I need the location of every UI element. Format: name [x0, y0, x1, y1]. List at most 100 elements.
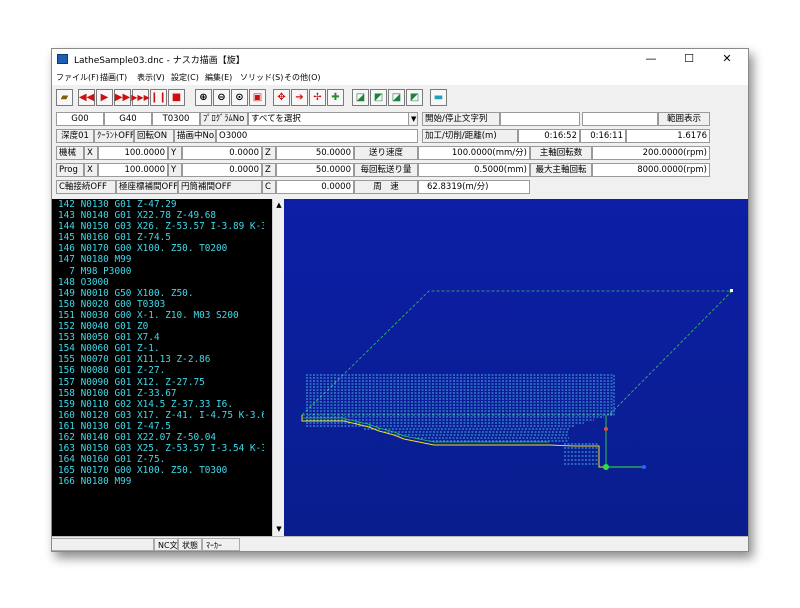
tool-status: T0300 [152, 112, 200, 126]
nc-line[interactable]: 165 N0170 G00 X100. Z50. T0300 [58, 465, 264, 476]
toolbar: ▰ ◀◀ ▶ ▶▶ ▶▶▶ ❙❙ ■ ⊕ ⊖ ⊙ ▣ ✥ ➔ ✢ ✚ ◪ ◩ ◪… [52, 87, 748, 109]
menu-solid[interactable]: ソリッド(S) [240, 72, 283, 83]
start-string-input[interactable] [500, 112, 580, 126]
menu-view[interactable]: 表示(V) [137, 72, 165, 83]
nc-lines: 142 N0130 G01 Z-47.29 143 N0140 G01 X22.7… [58, 199, 264, 536]
toolpath-canvas [301, 289, 733, 470]
program-select[interactable]: すべてを選択 [248, 112, 418, 126]
menu-bar: ファイル(F) 描画(T) 表示(V) 設定(C) 編集(E) ソリッド(S) … [52, 69, 748, 85]
feed-per-rev-label: 毎回転送り量 [354, 163, 418, 177]
pan-icon[interactable]: ✥ [273, 89, 290, 106]
nc-line[interactable]: 155 N0070 G01 X11.13 Z-2.86 [58, 354, 264, 365]
tool-position-marker [603, 464, 609, 470]
menu-settings[interactable]: 設定(C) [171, 72, 199, 83]
machine-x-label: X [84, 146, 98, 160]
nc-line[interactable]: 145 N0160 G01 Z-74.5 [58, 232, 264, 243]
nc-line[interactable]: 162 N0140 G01 X22.07 Z-50.04 [58, 432, 264, 443]
title-bar: LatheSample03.dnc - ナスカ描画【旋】 — ☐ ✕ [52, 49, 748, 69]
close-button[interactable]: ✕ [708, 49, 746, 69]
zoom-out-icon[interactable]: ⊖ [213, 89, 230, 106]
nc-line[interactable]: 163 N0150 G03 X25. Z-53.57 I-3.54 K-3. [58, 443, 264, 454]
maximize-button[interactable]: ☐ [670, 49, 708, 69]
nc-line[interactable]: 160 N0120 G03 X17. Z-41. I-4.75 K-3.67 [58, 410, 264, 421]
status-bar: NC文 状態 ﾏｰｶｰ [52, 536, 748, 551]
polar-interp-status: 極座標補間OFF [116, 180, 178, 194]
rewind-icon[interactable]: ◀◀ [78, 89, 95, 106]
menu-other[interactable]: その他(O) [284, 72, 321, 83]
zoom-reset-icon[interactable]: ⊙ [231, 89, 248, 106]
move-right-icon[interactable]: ➔ [291, 89, 308, 106]
nc-line[interactable]: 161 N0130 G01 Z-47.5 [58, 421, 264, 432]
machining-time: 0:16:52 [518, 129, 580, 143]
reference-point-marker [604, 427, 608, 431]
machine-y-label: Y [168, 146, 182, 160]
drawing-viewport[interactable] [284, 199, 748, 536]
prog-z-label: Z [262, 163, 276, 177]
view-3d-1-icon[interactable]: ◪ [352, 89, 369, 106]
drawing-no-value: O3000 [216, 129, 418, 143]
coolant-status: ｸｰﾗﾝﾄOFF [94, 129, 134, 143]
pan-up-icon[interactable]: ✢ [309, 89, 326, 106]
nc-line[interactable]: 151 N0030 G00 X-1. Z10. M03 S200 [58, 310, 264, 321]
nc-line[interactable]: 152 N0040 G01 Z0 [58, 321, 264, 332]
fast-forward-icon[interactable]: ▶▶▶ [131, 89, 150, 106]
surface-speed-label: 周 速 [354, 180, 418, 194]
stock-outline-right [608, 290, 733, 416]
info-panel: G00 G40 T0300 ﾌﾟﾛｸﾞﾗﾑNo すべてを選択 ▼ 開始/停止文字… [52, 109, 748, 199]
scroll-up-icon[interactable]: ▲ [274, 201, 284, 209]
range-display-button[interactable]: 範囲表示 [658, 112, 710, 126]
minimize-button[interactable]: — [632, 49, 670, 69]
status-nc: NC文 [154, 538, 178, 551]
nc-line[interactable]: 144 N0150 G03 X26. Z-53.57 I-3.89 K-3. [58, 221, 264, 232]
app-icon [57, 54, 68, 64]
menu-edit[interactable]: 編集(E) [205, 72, 232, 83]
nc-line[interactable]: 148 O3000 [58, 277, 264, 288]
nc-line[interactable]: 150 N0020 G00 T0303 [58, 299, 264, 310]
open-icon[interactable]: ▰ [56, 89, 73, 106]
nc-line[interactable]: 166 N0180 M99 [58, 476, 264, 487]
nc-scrollbar[interactable]: ▲ ▼ [272, 199, 284, 536]
roughing-passes [306, 374, 614, 465]
pan-center-icon[interactable]: ✚ [327, 89, 344, 106]
nc-line[interactable]: 156 N0080 G01 Z-27. [58, 365, 264, 376]
nc-line[interactable]: 7 M98 P3000 [58, 266, 264, 277]
machine-z-label: Z [262, 146, 276, 160]
depth-status: 深度01 [56, 129, 94, 143]
nc-line[interactable]: 146 N0170 G00 X100. Z50. T0200 [58, 243, 264, 254]
nc-line[interactable]: 158 N0100 G01 Z-33.67 [58, 388, 264, 399]
step-forward-icon[interactable]: ▶▶ [114, 89, 131, 106]
pause-icon[interactable]: ❙❙ [150, 89, 167, 106]
zoom-in-icon[interactable]: ⊕ [195, 89, 212, 106]
menu-draw[interactable]: 描画(T) [100, 72, 127, 83]
scroll-down-icon[interactable]: ▼ [274, 525, 284, 533]
nc-line[interactable]: 142 N0130 G01 Z-47.29 [58, 199, 264, 210]
window-title: LatheSample03.dnc - ナスカ描画【旋】 [74, 56, 245, 66]
stop-icon[interactable]: ■ [168, 89, 185, 106]
tool-icon[interactable]: ▬ [430, 89, 447, 106]
nc-line[interactable]: 154 N0060 G01 Z-1. [58, 343, 264, 354]
fit-view-icon[interactable]: ▣ [249, 89, 266, 106]
nc-line[interactable]: 157 N0090 G01 X12. Z-27.75 [58, 377, 264, 388]
feed-per-rev-value: 0.5000(mm) [418, 163, 530, 177]
chevron-down-icon[interactable]: ▼ [408, 112, 418, 126]
play-icon[interactable]: ▶ [96, 89, 113, 106]
distance-value: 1.6176 [626, 129, 710, 143]
view-3d-4-icon[interactable]: ◩ [406, 89, 423, 106]
feed-rate-value: 100.0000(mm/分) [418, 146, 530, 160]
surface-speed-value: 62.8319(m/分) [418, 180, 530, 194]
prog-x-label: X [84, 163, 98, 177]
nc-line[interactable]: 159 N0110 G02 X14.5 Z-37.33 I6. [58, 399, 264, 410]
view-3d-2-icon[interactable]: ◩ [370, 89, 387, 106]
start-stop-label: 開始/停止文字列 [422, 112, 500, 126]
stop-string-input[interactable] [582, 112, 658, 126]
nc-program-list[interactable]: 142 N0130 G01 Z-47.29 143 N0140 G01 X22.7… [52, 199, 272, 536]
cyl-interp-status: 円筒補間OFF [178, 180, 262, 194]
nc-line[interactable]: 164 N0160 G01 Z-75. [58, 454, 264, 465]
view-3d-3-icon[interactable]: ◪ [388, 89, 405, 106]
menu-file[interactable]: ファイル(F) [56, 72, 99, 83]
nc-line[interactable]: 147 N0180 M99 [58, 254, 264, 265]
nc-line[interactable]: 143 N0140 G01 X22.78 Z-49.68 [58, 210, 264, 221]
nc-line[interactable]: 149 N0010 G50 X100. Z50. [58, 288, 264, 299]
stock-outline [301, 290, 732, 416]
nc-line[interactable]: 153 N0050 G01 X7.4 [58, 332, 264, 343]
